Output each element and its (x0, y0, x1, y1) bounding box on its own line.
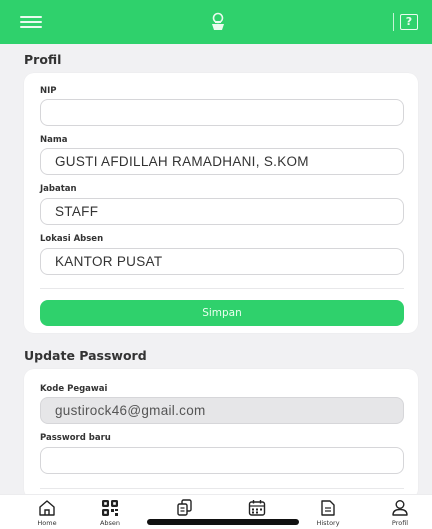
calendar-icon (248, 500, 266, 516)
user-icon (392, 500, 408, 516)
save-button[interactable]: Simpan (40, 300, 404, 326)
documents-icon (177, 499, 192, 516)
nav-item-absen[interactable]: Absen (85, 498, 135, 527)
nav-item-home[interactable]: Home (22, 498, 72, 527)
help-area: ? (393, 13, 418, 31)
nav-label-history: History (316, 519, 340, 527)
nama-input[interactable]: GUSTI AFDILLAH RAMADHANI, S.KOM (40, 148, 404, 175)
nav-label-absen: Absen (99, 519, 121, 527)
history-icon (321, 500, 335, 516)
header-divider (393, 13, 394, 31)
nav-item-profil[interactable]: Profil (375, 498, 425, 527)
kode-pegawai-label: Kode Pegawai (40, 384, 108, 394)
update-password-card: Kode Pegawai gustirock46@gmail.com Passw… (24, 369, 418, 499)
password-form-divider (40, 488, 404, 489)
jabatan-input[interactable]: STAFF (40, 198, 404, 225)
password-baru-input[interactable] (40, 447, 404, 474)
nama-label: Nama (40, 135, 68, 145)
nav-item-history[interactable]: History (303, 498, 353, 527)
app-header: ? (0, 0, 432, 44)
nav-label-profil: Profil (391, 519, 409, 527)
form-divider (40, 288, 404, 289)
hamburger-menu-icon[interactable] (20, 15, 42, 29)
kode-pegawai-input: gustirock46@gmail.com (40, 397, 404, 424)
jabatan-label: Jabatan (40, 184, 77, 194)
profil-section-title: Profil (24, 52, 62, 67)
qr-icon (102, 500, 118, 516)
app-logo-icon (207, 10, 229, 34)
home-icon (39, 500, 55, 516)
home-indicator[interactable] (147, 519, 299, 525)
update-password-section-title: Update Password (24, 348, 147, 363)
password-baru-label: Password baru (40, 433, 111, 443)
nip-label: NIP (40, 86, 57, 96)
nip-input[interactable] (40, 99, 404, 126)
profil-card: NIP Nama GUSTI AFDILLAH RAMADHANI, S.KOM… (24, 73, 418, 333)
lokasi-absen-input[interactable]: KANTOR PUSAT (40, 248, 404, 275)
nav-label-home: Home (37, 519, 57, 527)
help-icon[interactable]: ? (400, 14, 418, 30)
lokasi-absen-label: Lokasi Absen (40, 234, 104, 244)
